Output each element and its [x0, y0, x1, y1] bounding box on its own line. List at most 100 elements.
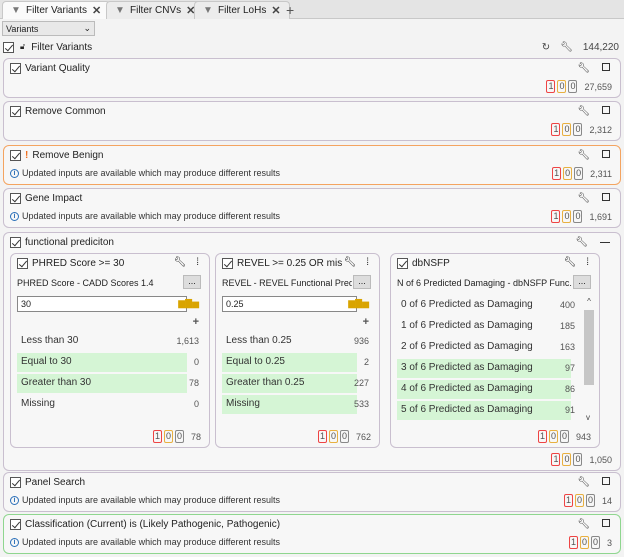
value-bucket-row[interactable]: Equal to 0.25 — [222, 353, 357, 372]
chevron-up-icon[interactable]: ^ — [587, 297, 591, 306]
wrench-icon[interactable]: 🔧︎ — [560, 42, 573, 53]
add-icon[interactable]: + — [193, 316, 199, 328]
flag-yellow-count[interactable]: 0 — [328, 430, 338, 443]
flag-gray-count[interactable]: 0 — [573, 453, 583, 466]
tab-filter-variants[interactable]: ▼ Filter Variants ✕ — [2, 1, 111, 19]
value-bucket-row[interactable]: 3 of 6 Predicted as Damaging — [397, 359, 571, 378]
flag-red-count[interactable]: 1 — [551, 123, 561, 136]
more-icon[interactable]: ⁞ — [366, 257, 369, 268]
filter-checkbox[interactable] — [397, 258, 408, 269]
value-bucket-row[interactable]: Greater than 30 — [17, 374, 187, 393]
root-checkbox[interactable] — [3, 41, 14, 53]
flag-yellow-count[interactable]: 0 — [163, 430, 173, 443]
collapse-icon[interactable]: — — [600, 237, 610, 248]
flag-gray-count[interactable]: 0 — [559, 430, 569, 443]
flag-red-count[interactable]: 1 — [568, 536, 578, 549]
flag-red-count[interactable]: 1 — [152, 430, 162, 443]
flag-gray-count[interactable]: 0 — [573, 123, 583, 136]
flag-gray-count[interactable]: 0 — [573, 210, 583, 223]
value-bucket-row[interactable]: 1 of 6 Predicted as Damaging — [397, 317, 571, 336]
add-tab-button[interactable]: + — [286, 2, 294, 18]
flag-gray-count[interactable]: 0 — [590, 536, 600, 549]
filter-checkbox[interactable] — [10, 106, 21, 117]
histogram-icon[interactable]: ▆▇▅ — [178, 298, 199, 309]
filter-checkbox[interactable] — [10, 63, 21, 74]
threshold-input[interactable]: 0.25 — [222, 296, 357, 312]
scrollbar[interactable]: ^ v — [583, 297, 595, 422]
tab-filter-lohs[interactable]: ▼ Filter LoHs ✕ — [194, 1, 290, 19]
wrench-icon[interactable]: 🔧︎ — [577, 63, 590, 74]
value-bucket-row[interactable]: 2 of 6 Predicted as Damaging — [397, 338, 571, 357]
flag-yellow-count[interactable]: 0 — [548, 430, 558, 443]
more-icon[interactable]: ⁞ — [196, 257, 199, 268]
histogram-icon[interactable]: ▆▇▅ — [348, 298, 369, 309]
flag-gray-count[interactable]: 0 — [585, 494, 595, 507]
maximize-icon[interactable] — [602, 63, 610, 71]
wrench-icon[interactable]: 🔧︎ — [577, 193, 590, 204]
flag-gray-count[interactable]: 0 — [339, 430, 349, 443]
flag-yellow-count[interactable]: 0 — [563, 167, 573, 180]
field-description: REVEL - REVEL Functional Predic... — [222, 278, 352, 288]
flag-red-count[interactable]: 1 — [563, 494, 573, 507]
filter-checkbox[interactable] — [10, 237, 21, 248]
maximize-icon[interactable] — [602, 106, 610, 114]
maximize-icon[interactable] — [602, 193, 610, 201]
select-field-button[interactable]: ... — [573, 275, 591, 289]
value-bucket-row[interactable]: Less than 30 — [17, 332, 187, 351]
wrench-icon[interactable]: 🔧︎ — [577, 519, 590, 530]
maximize-icon[interactable] — [602, 150, 610, 158]
value-bucket-row[interactable]: Missing — [222, 395, 357, 414]
flag-yellow-count[interactable]: 0 — [562, 123, 572, 136]
flag-gray-count[interactable]: 0 — [574, 167, 584, 180]
flag-yellow-count[interactable]: 0 — [579, 536, 589, 549]
wrench-icon[interactable]: 🔧︎ — [564, 257, 577, 268]
more-icon[interactable]: ⁞ — [586, 257, 589, 268]
flag-yellow-count[interactable]: 0 — [562, 453, 572, 466]
flag-gray-count[interactable]: 0 — [174, 430, 184, 443]
value-bucket-row[interactable]: Missing — [17, 395, 187, 414]
reset-icon[interactable]: ↻ — [542, 42, 550, 53]
wrench-icon[interactable]: 🔧︎ — [577, 477, 590, 488]
value-bucket-row[interactable]: 5 of 6 Predicted as Damaging — [397, 401, 571, 420]
maximize-icon[interactable] — [602, 519, 610, 527]
scrollbar-thumb[interactable] — [584, 310, 594, 385]
value-bucket-row[interactable]: Less than 0.25 — [222, 332, 357, 351]
select-field-button[interactable]: ... — [183, 275, 201, 289]
close-icon[interactable]: ✕ — [271, 4, 280, 17]
variant-type-select[interactable]: Variants ⌄ — [2, 21, 95, 36]
flag-red-count[interactable]: 1 — [537, 430, 547, 443]
flag-gray-count[interactable]: 0 — [568, 80, 578, 93]
wrench-icon[interactable]: 🔧︎ — [174, 257, 187, 268]
flag-red-count[interactable]: 1 — [546, 80, 556, 93]
filter-checkbox[interactable] — [222, 258, 233, 269]
wrench-icon[interactable]: 🔧︎ — [577, 150, 590, 161]
filter-checkbox[interactable] — [10, 150, 21, 161]
lock-icon[interactable]: 🔓︎ — [20, 42, 25, 52]
value-bucket-row[interactable]: Equal to 30 — [17, 353, 187, 372]
chevron-down-icon[interactable]: v — [586, 413, 590, 422]
flag-yellow-count[interactable]: 0 — [574, 494, 584, 507]
wrench-icon[interactable]: 🔧︎ — [577, 106, 590, 117]
filter-checkbox[interactable] — [10, 477, 21, 488]
flag-yellow-count[interactable]: 0 — [562, 210, 572, 223]
bucket-count: 86 — [564, 384, 575, 394]
select-field-button[interactable]: ... — [353, 275, 371, 289]
flag-red-count[interactable]: 1 — [551, 210, 561, 223]
filter-checkbox[interactable] — [10, 519, 21, 530]
value-bucket-row[interactable]: 4 of 6 Predicted as Damaging — [397, 380, 571, 399]
wrench-icon[interactable]: 🔧︎ — [344, 257, 357, 268]
close-icon[interactable]: ✕ — [92, 4, 101, 17]
add-icon[interactable]: + — [363, 316, 369, 328]
flag-red-count[interactable]: 1 — [317, 430, 327, 443]
tab-filter-cnvs[interactable]: ▼ Filter CNVs ✕ — [106, 1, 205, 19]
flag-red-count[interactable]: 1 — [551, 453, 561, 466]
value-bucket-row[interactable]: Greater than 0.25 — [222, 374, 357, 393]
value-bucket-row[interactable]: 0 of 6 Predicted as Damaging — [397, 296, 571, 315]
flag-red-count[interactable]: 1 — [552, 167, 562, 180]
maximize-icon[interactable] — [602, 477, 610, 485]
wrench-icon[interactable]: 🔧︎ — [575, 237, 588, 248]
filter-checkbox[interactable] — [10, 193, 21, 204]
threshold-input[interactable]: 30 — [17, 296, 187, 312]
flag-yellow-count[interactable]: 0 — [557, 80, 567, 93]
filter-checkbox[interactable] — [17, 258, 28, 269]
